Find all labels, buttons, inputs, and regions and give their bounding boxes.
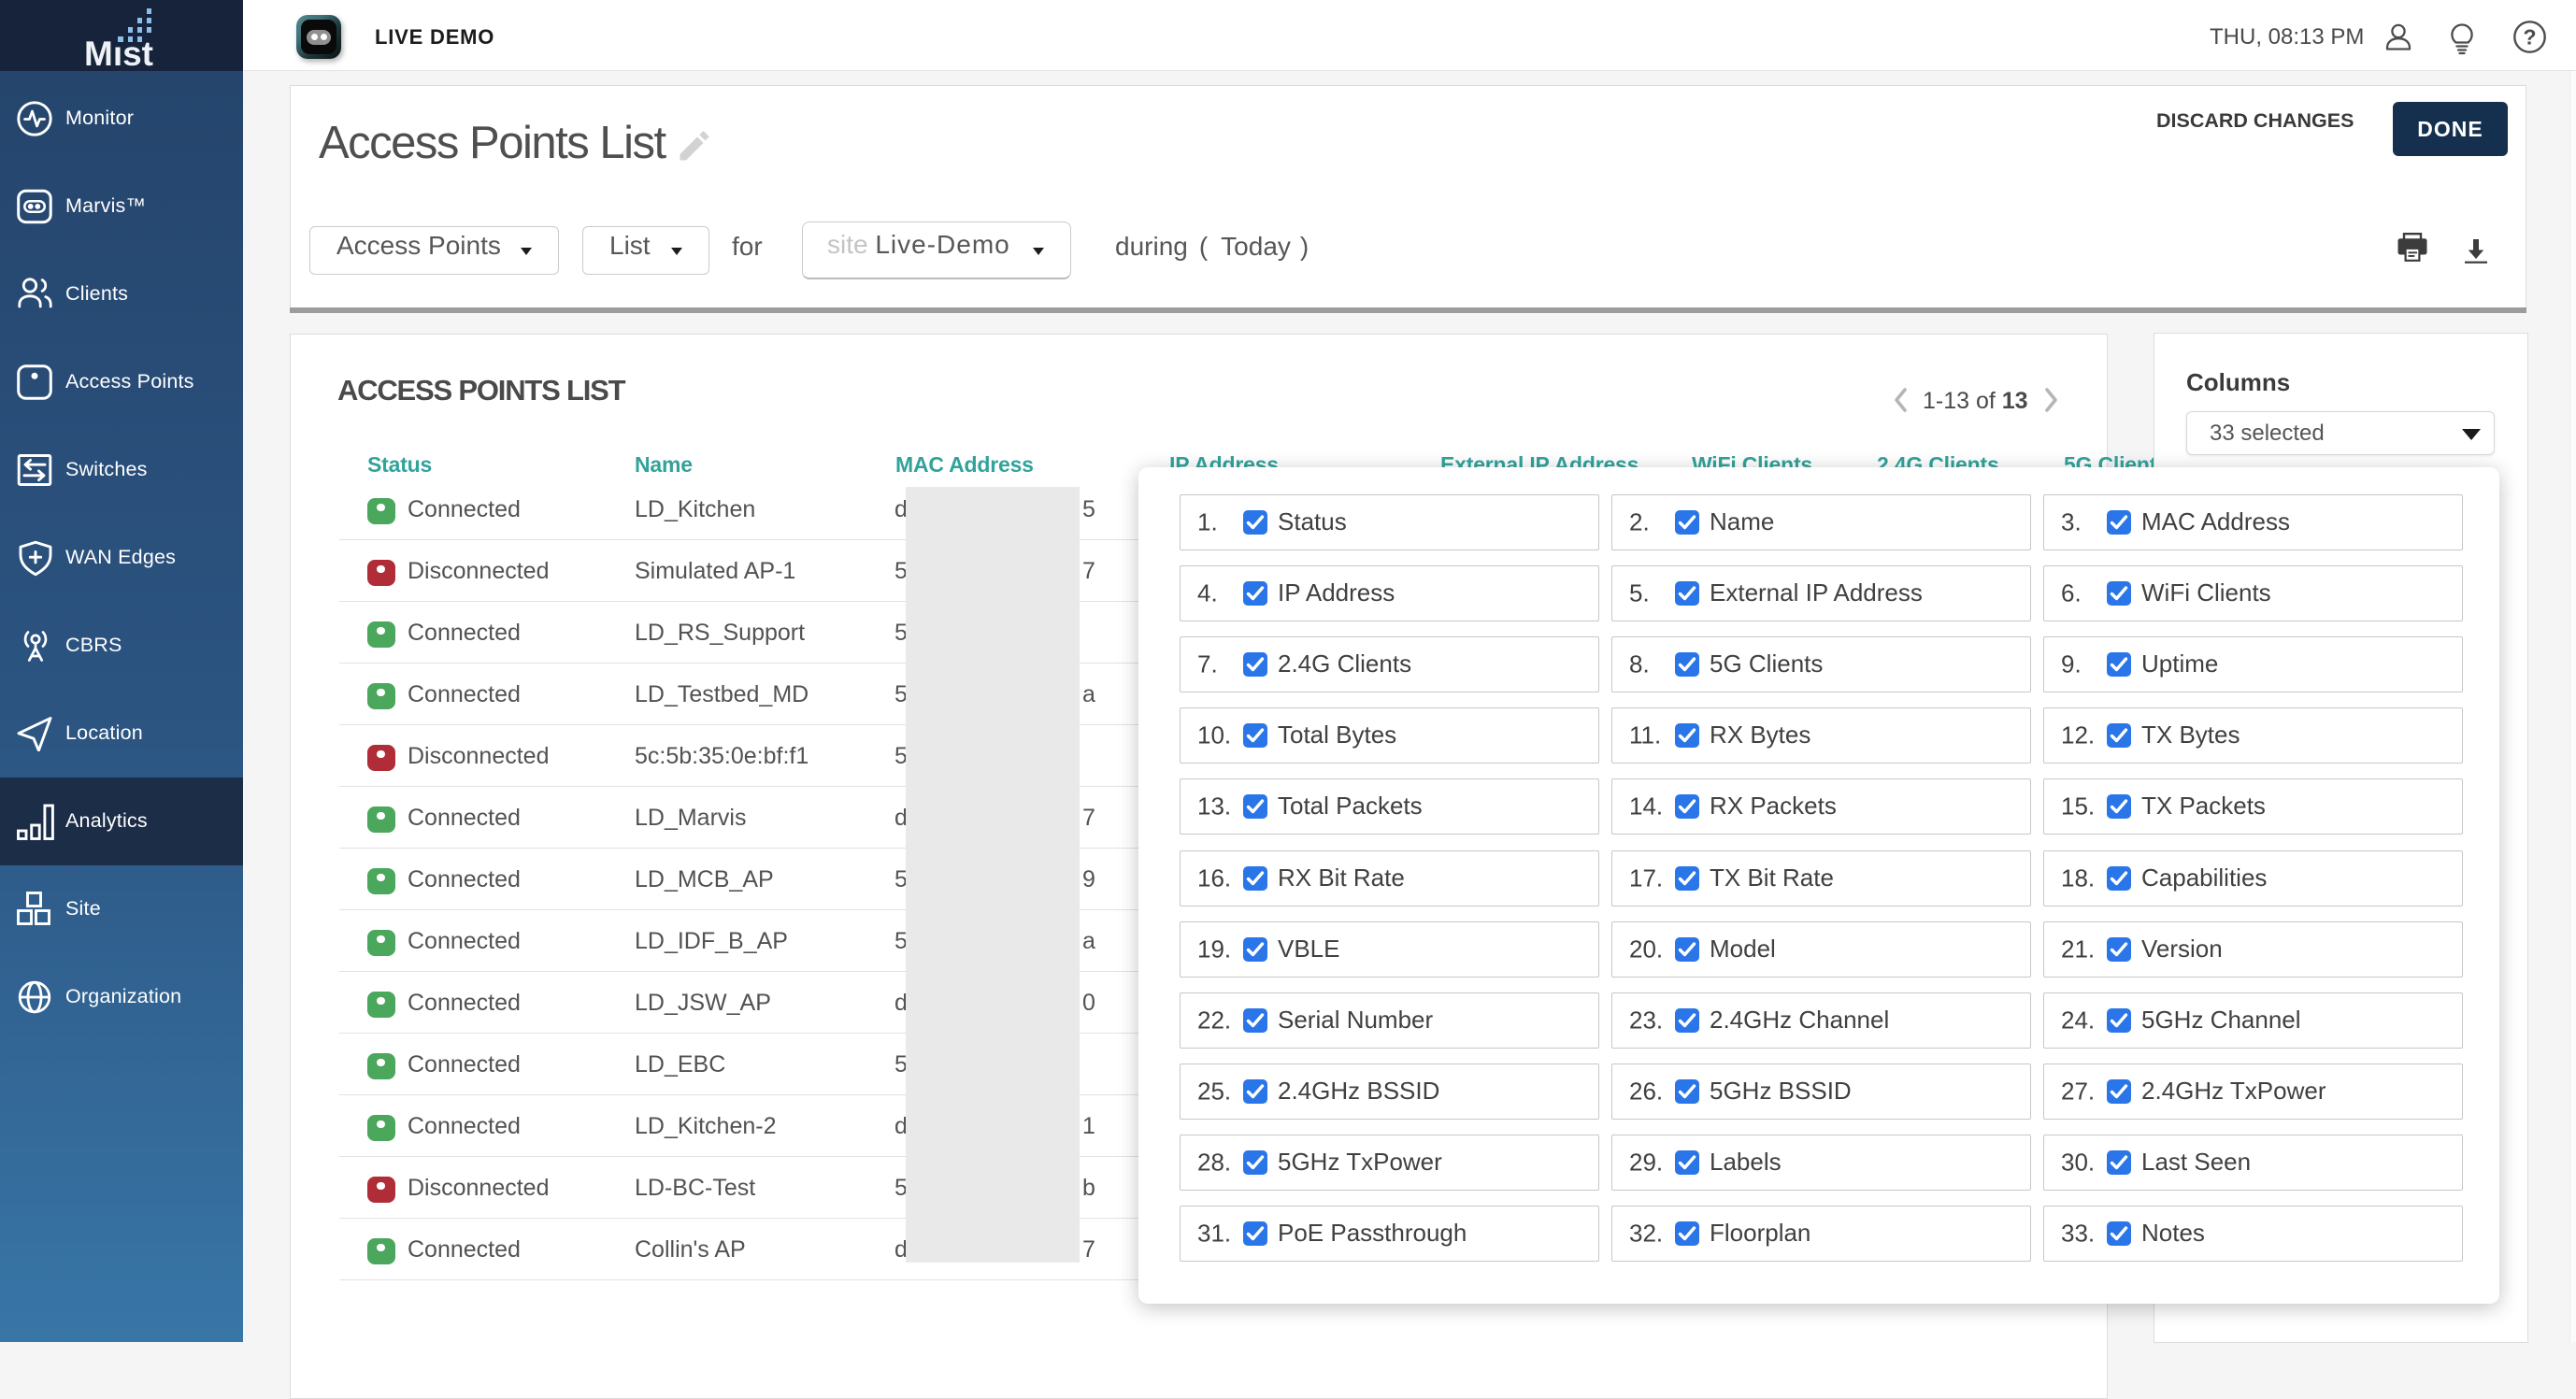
svg-text:?: ? (2523, 25, 2536, 50)
